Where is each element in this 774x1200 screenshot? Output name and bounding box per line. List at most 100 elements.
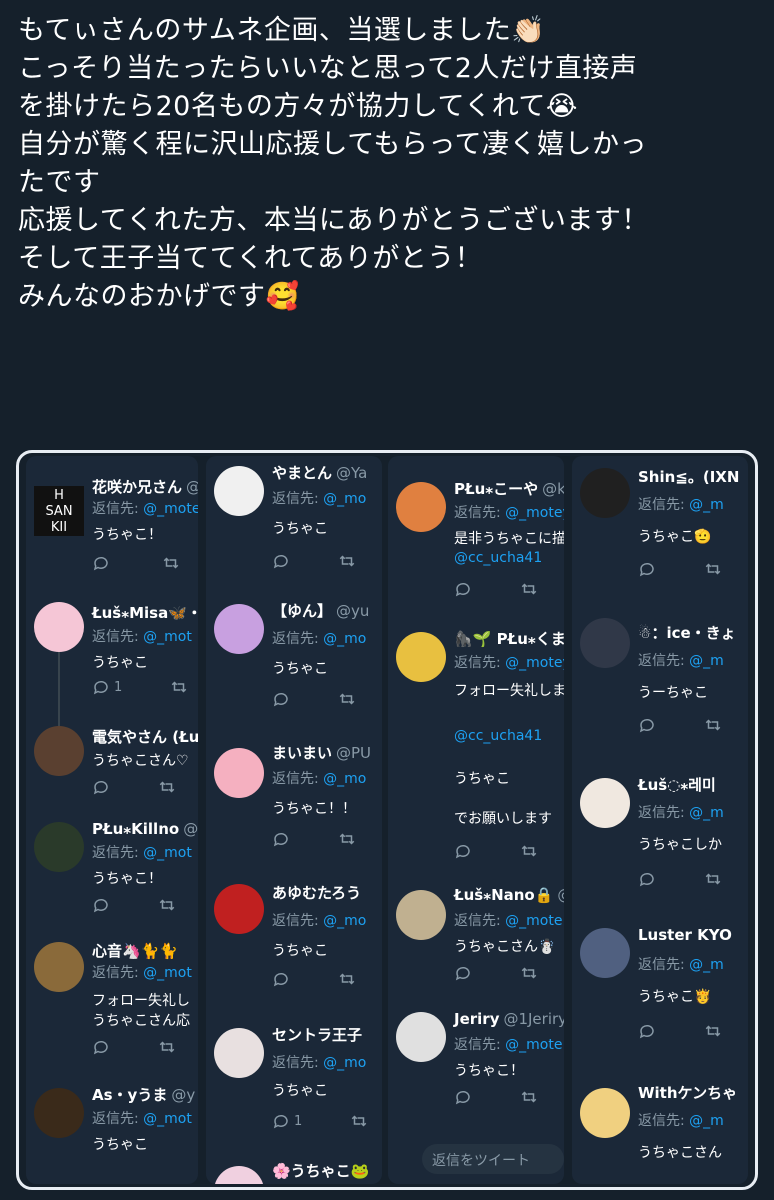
reply-to-handle[interactable]: @_m (689, 653, 724, 669)
reply-button[interactable] (638, 870, 656, 888)
reply-button[interactable] (454, 580, 472, 598)
retweet-button[interactable] (338, 690, 356, 708)
reply-item[interactable]: Łuš◌⁎레미 返信先: @_m うちゃこしか (572, 768, 748, 918)
reply-button[interactable]: 1 (92, 678, 122, 696)
user-name[interactable]: Jeriry @1Jeriry (454, 1010, 564, 1028)
reply-button[interactable] (92, 778, 110, 796)
reply-to-handle[interactable]: @_mot (143, 845, 192, 861)
user-name[interactable]: 心音🦄🐈🐈 (92, 940, 178, 961)
avatar[interactable] (34, 602, 84, 652)
reply-mention[interactable]: @cc_ucha41 (454, 550, 542, 566)
user-name[interactable]: Łuš⁎Misa🦋・ (92, 602, 198, 623)
reply-button[interactable] (638, 560, 656, 578)
avatar[interactable]: H SAN KII (34, 486, 84, 536)
retweet-button[interactable] (704, 1022, 722, 1040)
avatar[interactable] (214, 1028, 264, 1078)
avatar[interactable] (34, 726, 84, 776)
reply-item[interactable]: As・yうま @y 返信先: @_mot うちゃこ (26, 1076, 198, 1176)
retweet-button[interactable] (158, 896, 176, 914)
avatar[interactable] (214, 466, 264, 516)
user-name[interactable]: PŁu⁎こーや@ko (454, 478, 564, 499)
avatar[interactable] (214, 884, 264, 934)
reply-item[interactable]: 【ゆん】 @yu 返信先: @_mo うちゃこ (206, 594, 382, 734)
user-name[interactable]: Łuš◌⁎레미 (638, 774, 716, 795)
reply-button[interactable] (454, 1088, 472, 1106)
reply-button[interactable] (272, 690, 290, 708)
reply-to-handle[interactable]: @_mo (323, 491, 366, 507)
reply-button[interactable] (272, 970, 290, 988)
user-name[interactable]: As・yうま @y (92, 1084, 195, 1105)
user-name[interactable]: やまとん @Ya (272, 462, 367, 483)
reply-to-handle[interactable]: @_mo (323, 631, 366, 647)
reply-button[interactable] (92, 554, 114, 572)
retweet-button[interactable] (520, 1088, 538, 1106)
avatar[interactable] (396, 890, 446, 940)
retweet-button[interactable] (520, 964, 538, 982)
reply-item[interactable]: セントラ王子 返信先: @_mo うちゃこ 1 (206, 1016, 382, 1146)
reply-item[interactable]: Shin≦。(IXN 返信先: @_m うちゃこ🫡 (572, 456, 748, 604)
reply-to-handle[interactable]: @_mo (323, 771, 366, 787)
user-name[interactable]: Luster KYO (638, 926, 732, 944)
user-name[interactable]: 🌸うちゃこ🐸 (272, 1160, 369, 1181)
retweet-button[interactable] (704, 870, 722, 888)
avatar[interactable] (396, 632, 446, 682)
user-name[interactable]: 花咲か兄さん@ (92, 476, 198, 497)
avatar[interactable] (214, 748, 264, 798)
reply-item[interactable]: HSANKII 花咲か兄さん@ 返信先: @_mote うちゃこ！ (26, 470, 198, 600)
reply-button[interactable] (454, 964, 472, 982)
reply-item[interactable]: PŁu⁎Killno@k 返信先: @_mot うちゃこ！ (26, 820, 198, 940)
user-name[interactable]: まいまい @PU (272, 742, 371, 763)
reply-button[interactable]: 1 (272, 1112, 302, 1130)
reply-item[interactable]: 電気やさん (Łuš うちゃこさん♡ (26, 720, 198, 820)
reply-item[interactable]: Łuš⁎Nano🔒@ 返信先: @_mote うちゃこさん☃️ (388, 880, 564, 1008)
avatar[interactable] (580, 778, 630, 828)
user-name[interactable]: PŁu⁎Killno@k (92, 820, 198, 838)
retweet-button[interactable] (350, 1112, 368, 1130)
avatar[interactable] (214, 604, 264, 654)
avatar[interactable] (34, 822, 84, 872)
reply-tweet-input[interactable]: 返信をツイート (422, 1144, 564, 1174)
reply-button[interactable] (92, 896, 110, 914)
retweet-button[interactable] (704, 716, 722, 734)
reply-button[interactable] (272, 552, 290, 570)
reply-to-handle[interactable]: @_m (689, 1113, 724, 1129)
retweet-button[interactable] (170, 678, 188, 696)
reply-button[interactable] (638, 716, 656, 734)
retweet-button[interactable] (338, 830, 356, 848)
user-name[interactable]: 【ゆん】 @yu (272, 600, 369, 621)
avatar[interactable] (34, 942, 84, 992)
retweet-button[interactable] (704, 560, 722, 578)
reply-item[interactable]: Łuš⁎Misa🦋・ 返信先: @_mot うちゃこ 1 (26, 600, 198, 720)
reply-to-handle[interactable]: @_motey (505, 505, 564, 521)
avatar[interactable] (396, 482, 446, 532)
reply-item[interactable]: Luster KYO 返信先: @_m うちゃこ🫅 (572, 918, 748, 1068)
reply-item[interactable]: ☃：ice・きょ 返信先: @_m うーちゃこ (572, 608, 748, 758)
reply-to-handle[interactable]: @_m (689, 805, 724, 821)
reply-to-handle[interactable]: @_m (689, 497, 724, 513)
reply-item[interactable]: あゆむたろう 返信先: @_mo うちゃこ (206, 874, 382, 1004)
avatar[interactable] (34, 1088, 84, 1138)
reply-to-handle[interactable]: @_mot (143, 965, 192, 981)
retweet-button[interactable] (158, 778, 176, 796)
reply-to-handle[interactable]: @_mote (505, 1037, 562, 1053)
retweet-button[interactable] (338, 970, 356, 988)
avatar[interactable] (580, 618, 630, 668)
retweet-button[interactable] (162, 554, 180, 572)
reply-button[interactable] (638, 1022, 656, 1040)
reply-button[interactable] (454, 842, 472, 860)
reply-button[interactable] (92, 1038, 110, 1056)
avatar[interactable] (580, 468, 630, 518)
user-name[interactable]: セントラ王子 (272, 1024, 362, 1045)
retweet-button[interactable] (338, 552, 356, 570)
avatar[interactable] (396, 1012, 446, 1062)
reply-button[interactable] (272, 830, 290, 848)
reply-to-handle[interactable]: @_mo (323, 1055, 366, 1071)
user-name[interactable]: 電気やさん (Łuš (92, 726, 198, 747)
user-name[interactable]: Shin≦。(IXN (638, 466, 739, 487)
reply-to-handle[interactable]: @_m (689, 957, 724, 973)
reply-item[interactable]: Withケンちゃ 返信先: @_m うちゃこさん (572, 1074, 748, 1184)
reply-to-handle[interactable]: @_motey (505, 655, 564, 671)
reply-item[interactable]: 心音🦄🐈🐈 返信先: @_mot フォロー失礼し うちゃこさん応 (26, 940, 198, 1070)
user-name[interactable]: ☃：ice・きょ (638, 622, 736, 643)
reply-item[interactable]: やまとん @Ya 返信先: @_mo うちゃこ (206, 456, 382, 586)
